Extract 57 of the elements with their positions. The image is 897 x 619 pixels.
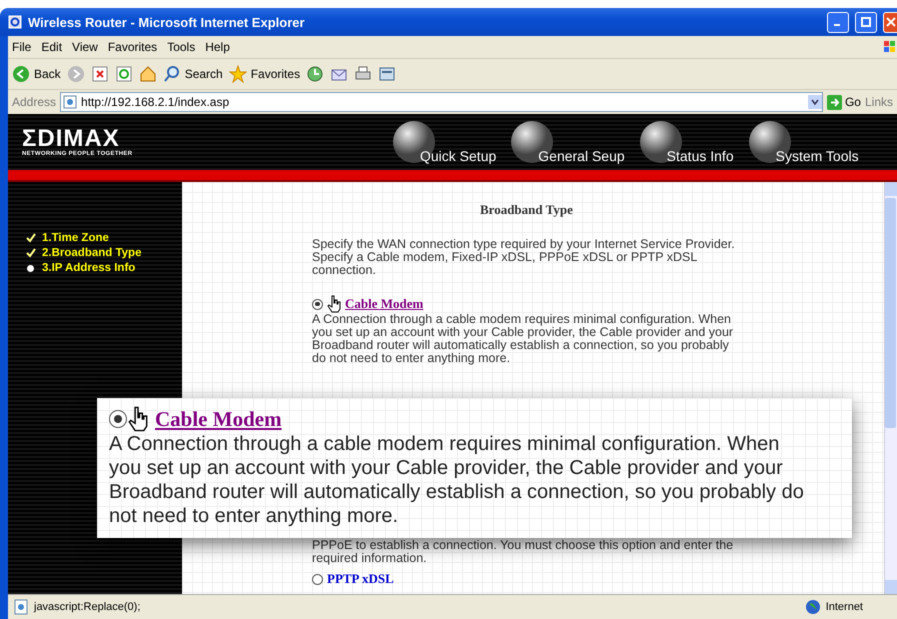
stop-icon[interactable] bbox=[90, 65, 109, 83]
minimize-button[interactable] bbox=[827, 12, 849, 32]
zone-label: Internet bbox=[826, 601, 863, 613]
back-button[interactable]: Back bbox=[12, 65, 61, 83]
maximize-button[interactable] bbox=[855, 12, 877, 32]
star-icon bbox=[228, 65, 247, 83]
option-link[interactable]: Cable Modem bbox=[155, 406, 282, 432]
go-button[interactable]: Go bbox=[826, 94, 861, 110]
menu-item[interactable]: Edit bbox=[41, 40, 62, 54]
search-button[interactable]: Search bbox=[162, 65, 223, 83]
menu-item[interactable]: File bbox=[12, 40, 32, 54]
radio-button[interactable] bbox=[312, 298, 323, 310]
option-description: PPPoE to establish a connection. You must choose this option and enter the required information. bbox=[312, 539, 734, 565]
hand-cursor-icon bbox=[327, 295, 341, 313]
hand-cursor-icon bbox=[127, 406, 149, 432]
dropdown-icon[interactable] bbox=[808, 95, 822, 109]
favorites-button[interactable]: Favorites bbox=[228, 65, 300, 83]
option-description: A Connection through a cable modem requires minimal configuration. When you set up an account with your Cable provider, the Cable provider and your Broadband router will automatically establish a connection, so you probably do not need to enter anything more. bbox=[312, 313, 734, 365]
nav-item[interactable]: System Tools bbox=[748, 120, 859, 164]
search-icon bbox=[162, 65, 181, 83]
browser-icon bbox=[8, 15, 22, 29]
sidebar-item[interactable]: 3.IP Address Info bbox=[26, 262, 182, 274]
page-icon bbox=[12, 598, 30, 616]
history-icon[interactable] bbox=[306, 65, 324, 83]
nav-item[interactable]: Status Info bbox=[638, 120, 734, 164]
edit-icon[interactable] bbox=[378, 65, 396, 83]
option-description: A Connection through a cable modem requires minimal configuration. When you set up an account with your Cable provider, the Cable provider and your Broadband router will automatically establish a connection, so you probably do not need to enter anything more. bbox=[109, 432, 805, 528]
menu-item[interactable]: Tools bbox=[167, 40, 196, 54]
menu-item[interactable]: Help bbox=[205, 40, 230, 54]
close-button[interactable] bbox=[883, 12, 897, 32]
option-link[interactable]: PPTP xDSL bbox=[327, 571, 394, 587]
radio-button[interactable] bbox=[109, 410, 127, 428]
sidebar-item[interactable]: 2.Broadband Type bbox=[26, 247, 182, 259]
close-icon bbox=[886, 17, 896, 27]
menu-item[interactable]: Favorites bbox=[108, 40, 158, 54]
logo: ΣDIMAX bbox=[22, 127, 120, 151]
status-text: javascript:Replace(0); bbox=[34, 601, 142, 613]
refresh-icon[interactable] bbox=[114, 65, 133, 83]
scrollbar[interactable] bbox=[884, 182, 897, 594]
windows-logo-icon bbox=[883, 40, 897, 54]
maximize-icon bbox=[861, 17, 871, 27]
home-icon[interactable] bbox=[138, 65, 157, 83]
links-button[interactable]: Links bbox=[864, 95, 893, 109]
address-label: Address bbox=[12, 95, 56, 109]
intro-text: Specify the WAN connection type required by your Internet Service Provider. Specify a Cable modem, Fixed-IP xDSL, PPPoE xDSL or PPTP xDSL connection. bbox=[312, 238, 736, 277]
menu-item[interactable]: View bbox=[72, 40, 98, 54]
window-title: Wireless Router - Microsoft Internet Explorer bbox=[28, 14, 306, 30]
radio-button[interactable] bbox=[312, 574, 323, 584]
nav-item[interactable]: Quick Setup bbox=[392, 120, 496, 164]
globe-icon bbox=[804, 598, 822, 616]
nav-item[interactable]: General Seup bbox=[510, 120, 625, 164]
go-arrow-icon bbox=[826, 94, 842, 110]
address-field[interactable]: http://192.168.2.1/index.asp bbox=[60, 92, 823, 112]
section-heading: Broadband Type bbox=[480, 202, 573, 218]
page-icon bbox=[63, 95, 78, 109]
sidebar-item[interactable]: 1.Time Zone bbox=[26, 232, 182, 244]
option-link[interactable]: Cable Modem bbox=[345, 296, 424, 312]
